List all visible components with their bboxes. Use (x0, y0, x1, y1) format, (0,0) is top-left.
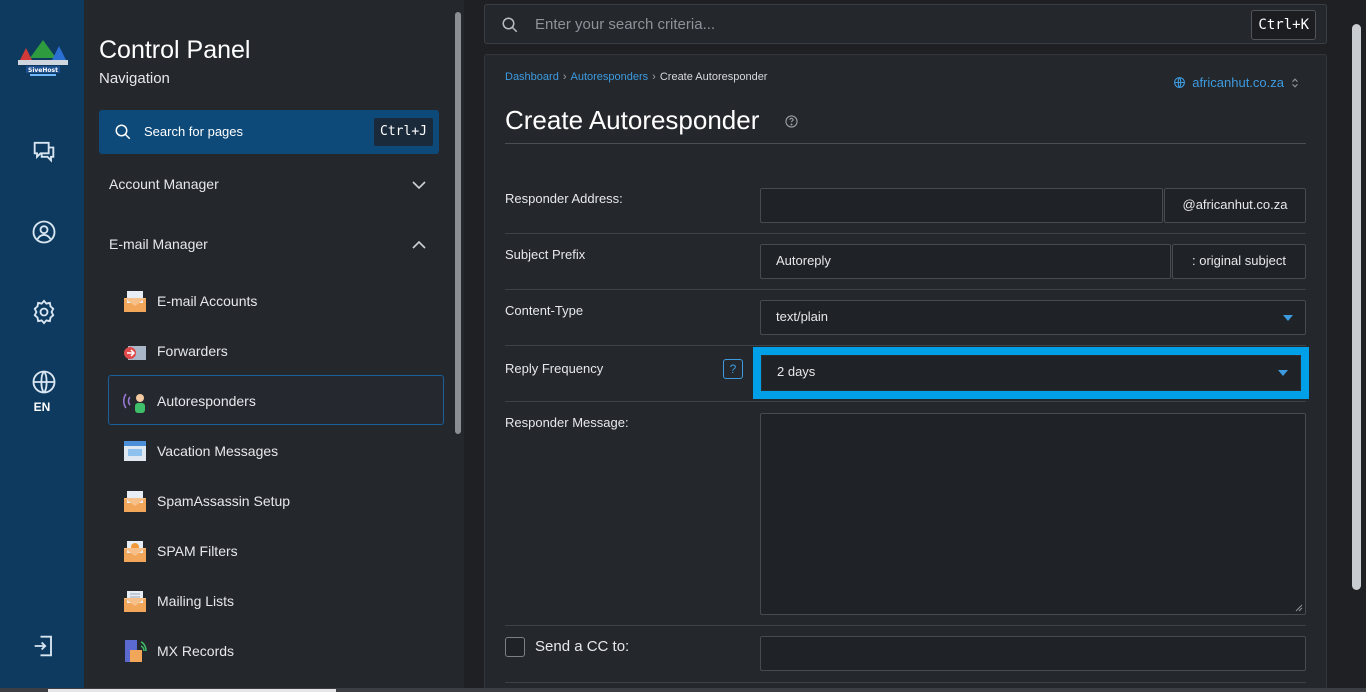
help-circle-icon[interactable] (785, 115, 798, 128)
breadcrumb-autoresponders[interactable]: Autoresponders (571, 71, 649, 83)
row-divider (505, 233, 1306, 234)
mailing-lists-icon (124, 591, 146, 612)
row-divider (505, 345, 1306, 346)
search-icon (115, 124, 131, 140)
main-scrollbar[interactable] (1352, 24, 1361, 590)
spam-filters-icon (124, 541, 146, 562)
nav-item-label: Forwarders (157, 343, 228, 359)
globe-icon[interactable] (30, 368, 58, 396)
send-cc-input[interactable] (760, 636, 1306, 671)
subject-prefix-input[interactable]: Autoreply (760, 244, 1171, 279)
nav-item-mailing-lists[interactable]: Mailing Lists (108, 575, 444, 625)
forwarders-icon (124, 346, 146, 360)
nav-item-label: MX Records (157, 643, 235, 659)
nav-item-mx-records[interactable]: MX Records (108, 625, 444, 675)
settings-icon[interactable] (30, 298, 58, 326)
mx-records-icon (125, 640, 147, 662)
nav-item-label: Mailing Lists (157, 593, 235, 609)
responder-message-label: Responder Message: (505, 415, 629, 430)
row-divider (505, 289, 1306, 290)
create-autoresponder-card: Dashboard › Autoresponders › Create Autoresp… (484, 54, 1327, 692)
chevron-up-icon[interactable] (412, 238, 426, 252)
row-divider (505, 401, 1306, 402)
breadcrumb-separator: › (562, 71, 567, 83)
nav-item-forwarders[interactable]: Forwarders (108, 325, 444, 375)
reply-frequency-help-button[interactable]: ? (723, 359, 743, 379)
caret-down-icon (1283, 315, 1293, 321)
search-icon (502, 17, 518, 33)
domain-selector[interactable]: africanhut.co.za (1173, 75, 1300, 90)
user-icon[interactable] (30, 218, 58, 246)
caret-down-icon (1278, 370, 1288, 376)
global-search-placeholder: Enter your search criteria... (535, 16, 716, 33)
nav-item-email-accounts[interactable]: E-mail Accounts (108, 275, 444, 325)
title-divider (505, 143, 1306, 144)
vacation-messages-icon (124, 441, 146, 461)
global-search-input[interactable]: Enter your search criteria... Ctrl+K (484, 4, 1327, 44)
chevron-updown-icon (1292, 77, 1298, 88)
reply-frequency-value: 2 days (777, 364, 816, 379)
subject-prefix-label: Subject Prefix (505, 247, 586, 262)
content-type-select[interactable]: text/plain (760, 300, 1306, 335)
send-cc-checkbox[interactable] (505, 637, 525, 657)
autoresponders-icon (123, 393, 145, 413)
send-cc-label: Send a CC to: (535, 638, 630, 655)
reply-frequency-label: Reply Frequency (505, 361, 604, 376)
domain-name: africanhut.co.za (1192, 75, 1284, 90)
responder-address-domain: @africanhut.co.za (1164, 188, 1306, 223)
breadcrumb: Dashboard › Autoresponders › Create Autoresp… (505, 71, 767, 83)
logout-icon[interactable] (30, 632, 58, 660)
chat-icon[interactable] (30, 137, 58, 165)
responder-message-textarea[interactable] (760, 413, 1306, 615)
content-type-value: text/plain (776, 309, 829, 324)
sivehost-logo[interactable]: SiveHost (12, 38, 74, 80)
responder-address-input[interactable] (760, 188, 1163, 223)
nav-item-vacation-messages[interactable]: Vacation Messages (108, 425, 444, 475)
breadcrumb-current: Create Autoresponder (659, 71, 768, 83)
bottom-strip (0, 688, 1366, 692)
page-search-button[interactable]: Search for pages Ctrl+J (99, 110, 439, 154)
nav-scrollbar[interactable] (455, 12, 461, 434)
chevron-down-icon[interactable] (412, 178, 426, 192)
nav-item-label: E-mail Accounts (157, 293, 258, 309)
nav-item-spamassassin-setup[interactable]: SpamAssassin Setup (108, 475, 444, 525)
panel-title: Control Panel (99, 36, 251, 64)
navigation-panel: Control Panel Navigation Search for page… (84, 0, 464, 692)
global-search-shortcut: Ctrl+K (1251, 10, 1316, 40)
nav-item-label: SpamAssassin Setup (157, 493, 291, 509)
section-email-manager[interactable]: E-mail Manager (109, 236, 208, 252)
page-search-shortcut: Ctrl+J (374, 118, 433, 146)
nav-item-spam-filters[interactable]: SPAM Filters (108, 525, 444, 575)
panel-subtitle: Navigation (99, 70, 170, 87)
nav-item-label: Vacation Messages (157, 443, 279, 459)
nav-item-autoresponders[interactable]: Autoresponders (108, 375, 444, 425)
language-label[interactable]: EN (0, 400, 84, 414)
page-search-label: Search for pages (144, 124, 244, 139)
email-accounts-icon (124, 291, 146, 312)
row-divider (505, 625, 1306, 626)
svg-text:SiveHost: SiveHost (28, 67, 58, 74)
resize-handle-icon[interactable] (1295, 604, 1303, 612)
breadcrumb-dashboard[interactable]: Dashboard (505, 71, 559, 83)
breadcrumb-separator: › (652, 71, 656, 83)
responder-address-label: Responder Address: (505, 191, 623, 206)
section-account-manager[interactable]: Account Manager (109, 176, 219, 192)
globe-icon (1174, 77, 1186, 88)
subject-suffix-addon: : original subject (1172, 244, 1306, 279)
nav-item-label: SPAM Filters (157, 543, 238, 559)
content-type-label: Content-Type (505, 303, 584, 318)
row-divider (505, 682, 1306, 683)
icon-rail: SiveHost EN (0, 0, 84, 692)
page-title: Create Autoresponder (505, 105, 760, 135)
reply-frequency-select[interactable]: 2 days (761, 355, 1301, 391)
spamassassin-icon (124, 491, 146, 512)
nav-item-label: Autoresponders (157, 393, 256, 409)
